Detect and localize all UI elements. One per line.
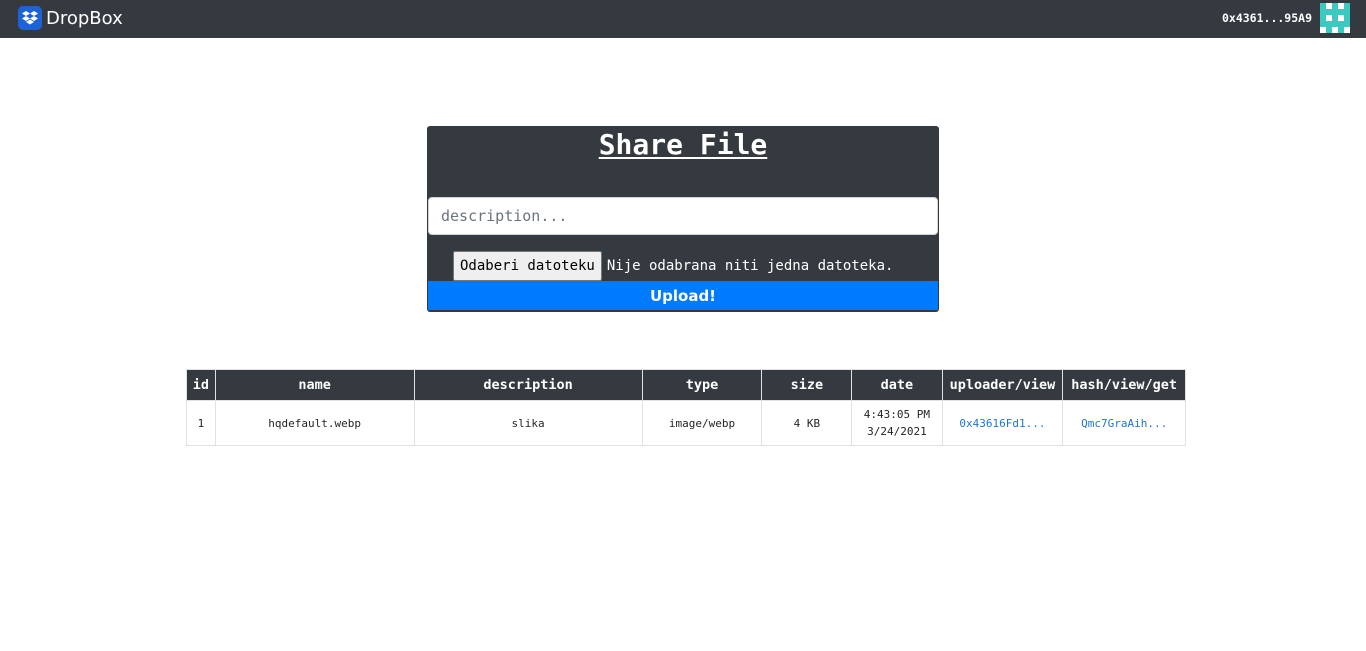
cell-date-day: 3/24/2021 [867, 425, 927, 438]
account-address: 0x4361...95A9 [1221, 11, 1312, 25]
cell-date-time: 4:43:05 PM [863, 408, 931, 421]
identicon-avatar [1320, 3, 1350, 33]
cell-date: 4:43:05 PM 3/24/2021 [851, 400, 943, 446]
cell-uploader: 0x43616Fd1... [941, 400, 1064, 446]
cell-id: 1 [186, 400, 216, 446]
header-date: date [851, 369, 943, 401]
description-input[interactable] [428, 197, 938, 235]
uploader-link[interactable]: 0x43616Fd1... [959, 417, 1045, 430]
share-file-title: Share File [598, 128, 768, 161]
table-row: 1 hqdefault.webp slika image/webp 4 KB 4… [186, 400, 1186, 446]
hash-link[interactable]: Qmc7GraAih... [1081, 417, 1167, 430]
cell-size: 4 KB [761, 400, 853, 446]
files-table: id name description type size date uploa… [186, 369, 1186, 446]
brand-name: DropBox [46, 7, 123, 29]
header-description: description [413, 369, 643, 401]
table-header-row: id name description type size date uploa… [186, 369, 1186, 401]
choose-file-button[interactable]: Odaberi datoteku [453, 251, 602, 281]
header-name: name [214, 369, 415, 401]
cell-description: slika [413, 400, 643, 446]
brand-link[interactable]: DropBox [18, 5, 123, 31]
header-uploader: uploader/view [941, 369, 1064, 401]
file-status-text: Nije odabrana niti jedna datoteka. [606, 258, 894, 274]
top-navbar: DropBox 0x4361...95A9 [0, 0, 1366, 38]
cell-name: hqdefault.webp [214, 400, 415, 446]
header-hash: hash/view/get [1062, 369, 1186, 401]
upload-button[interactable]: Upload! [428, 281, 938, 310]
dropbox-logo-icon [18, 6, 42, 30]
header-size: size [761, 369, 853, 401]
header-id: id [186, 369, 216, 401]
header-type: type [641, 369, 763, 401]
cell-hash: Qmc7GraAih... [1062, 400, 1186, 446]
cell-type: image/webp [641, 400, 763, 446]
file-picker: Odaberi datoteku Nije odabrana niti jedn… [453, 251, 893, 281]
